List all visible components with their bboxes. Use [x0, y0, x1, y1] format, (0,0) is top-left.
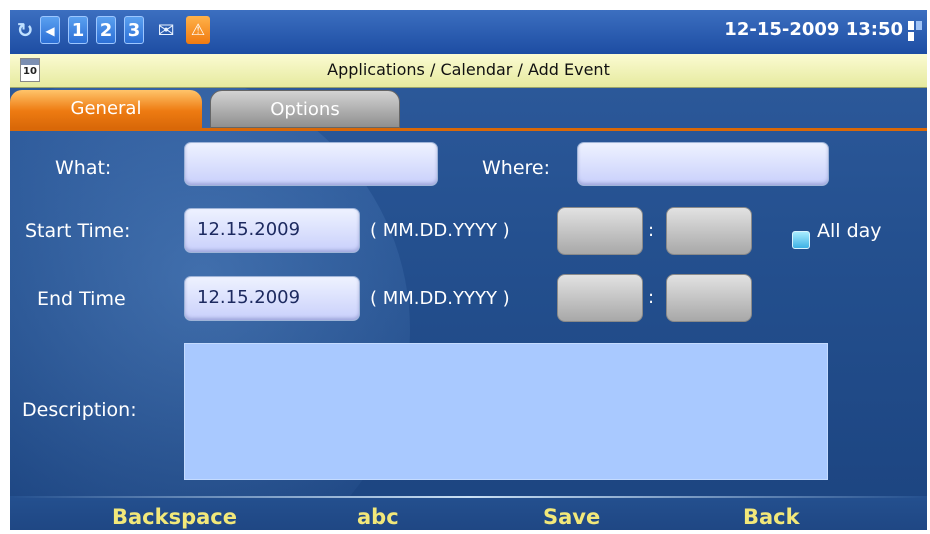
- start-minute-input[interactable]: [666, 207, 752, 255]
- start-date-format-hint: ( MM.DD.YYYY ): [370, 220, 510, 241]
- phone-screen: ↻ ◀ 1 2 3 ✉ ⚠ 12-15-2009 13:50 10 Applic…: [10, 10, 927, 530]
- end-hour-input[interactable]: [557, 274, 643, 322]
- backspace-softkey[interactable]: Backspace: [112, 504, 237, 530]
- what-input[interactable]: [184, 142, 438, 186]
- speaker-icon: ◀: [40, 16, 60, 44]
- end-date-format-hint: ( MM.DD.YYYY ): [370, 288, 510, 309]
- back-softkey[interactable]: Back: [743, 504, 800, 530]
- all-day-label: All day: [817, 220, 882, 242]
- description-textarea[interactable]: [184, 343, 828, 480]
- start-time-label: Start Time:: [25, 220, 131, 242]
- line-1-icon: 1: [68, 16, 88, 44]
- warning-icon: ⚠: [186, 16, 210, 44]
- envelope-icon: ✉: [157, 18, 175, 42]
- description-label: Description:: [22, 399, 137, 421]
- tab-options[interactable]: Options: [210, 90, 400, 128]
- end-minute-input[interactable]: [666, 274, 752, 322]
- line-2-icon: 2: [96, 16, 116, 44]
- where-input[interactable]: [577, 142, 829, 186]
- refresh-icon: ↻: [16, 18, 34, 42]
- end-time-label: End Time: [37, 288, 126, 310]
- breadcrumb: 10 Applications / Calendar / Add Event: [10, 54, 927, 88]
- end-date-input[interactable]: 12.15.2009: [184, 276, 360, 321]
- network-bars-icon: [908, 21, 924, 41]
- what-label: What:: [55, 157, 112, 179]
- abc-softkey[interactable]: abc: [357, 504, 399, 530]
- all-day-checkbox[interactable]: [792, 231, 810, 249]
- start-hour-input[interactable]: [557, 207, 643, 255]
- start-time-separator: :: [648, 220, 655, 241]
- line-3-icon: 3: [124, 16, 144, 44]
- tab-general[interactable]: General: [10, 90, 202, 128]
- breadcrumb-text: Applications / Calendar / Add Event: [327, 60, 610, 79]
- where-label: Where:: [482, 157, 551, 179]
- start-date-input[interactable]: 12.15.2009: [184, 208, 360, 253]
- status-bar: ↻ ◀ 1 2 3 ✉ ⚠ 12-15-2009 13:50: [10, 10, 927, 54]
- status-datetime: 12-15-2009 13:50: [724, 19, 903, 40]
- end-time-separator: :: [648, 287, 655, 308]
- tab-underline: [10, 128, 927, 131]
- save-softkey[interactable]: Save: [543, 504, 600, 530]
